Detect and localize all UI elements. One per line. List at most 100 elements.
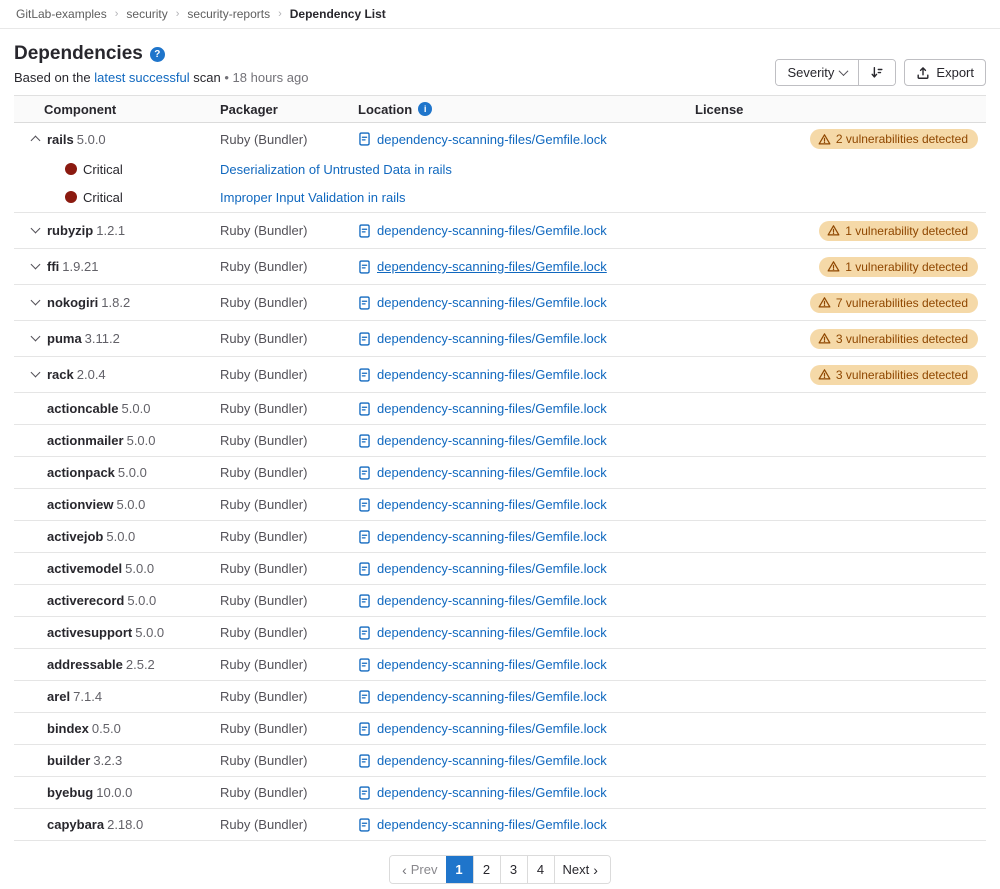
component-version: 5.0.0 — [127, 593, 156, 608]
vulnerability-list: Critical Deserialization of Untrusted Da… — [14, 155, 986, 212]
packager-cell: Ruby (Bundler) — [220, 785, 358, 800]
info-icon[interactable]: i — [418, 102, 432, 116]
license-cell: 1 vulnerability detected — [695, 221, 986, 241]
component-cell: activerecord 5.0.0 — [14, 593, 220, 608]
table-row-group: byebug 10.0.0 Ruby (Bundler) dependency-… — [14, 777, 986, 809]
pagination: ‹ Prev 1234 Next › — [0, 855, 1000, 884]
prev-page-button[interactable]: ‹ Prev — [390, 856, 445, 883]
table-row-group: activejob 5.0.0 Ruby (Bundler) dependenc… — [14, 521, 986, 553]
vulnerability-count-label: 1 vulnerability detected — [845, 260, 968, 274]
table-row: rails 5.0.0 Ruby (Bundler) dependency-sc… — [14, 123, 986, 155]
table-row-group: actionmailer 5.0.0 Ruby (Bundler) depend… — [14, 425, 986, 457]
location-link[interactable]: dependency-scanning-files/Gemfile.lock — [377, 625, 607, 640]
file-document-icon — [358, 562, 371, 576]
breadcrumb: GitLab-examples › security › security-re… — [0, 0, 1000, 29]
help-icon[interactable]: ? — [150, 47, 165, 62]
packager-cell: Ruby (Bundler) — [220, 657, 358, 672]
page-number-button[interactable]: 1 — [446, 856, 473, 883]
packager-cell: Ruby (Bundler) — [220, 331, 358, 346]
location-link[interactable]: dependency-scanning-files/Gemfile.lock — [377, 465, 607, 480]
chevron-toggle-icon[interactable] — [30, 297, 42, 309]
location-cell: dependency-scanning-files/Gemfile.lock — [358, 465, 695, 480]
breadcrumb-item-security-reports[interactable]: security-reports — [187, 7, 270, 21]
next-page-button[interactable]: Next › — [554, 856, 610, 883]
page-number-button[interactable]: 3 — [500, 856, 527, 883]
table-body: rails 5.0.0 Ruby (Bundler) dependency-sc… — [14, 123, 986, 841]
table-row-group: rails 5.0.0 Ruby (Bundler) dependency-sc… — [14, 123, 986, 213]
location-link[interactable]: dependency-scanning-files/Gemfile.lock — [377, 785, 607, 800]
table-row-group: rubyzip 1.2.1 Ruby (Bundler) dependency-… — [14, 213, 986, 249]
location-link[interactable]: dependency-scanning-files/Gemfile.lock — [377, 689, 607, 704]
chevron-toggle-icon[interactable] — [30, 369, 42, 381]
table-row-group: activemodel 5.0.0 Ruby (Bundler) depende… — [14, 553, 986, 585]
location-link[interactable]: dependency-scanning-files/Gemfile.lock — [377, 593, 607, 608]
location-link[interactable]: dependency-scanning-files/Gemfile.lock — [377, 331, 607, 346]
chevron-toggle-icon[interactable] — [30, 261, 42, 273]
table-row-group: puma 3.11.2 Ruby (Bundler) dependency-sc… — [14, 321, 986, 357]
packager-cell: Ruby (Bundler) — [220, 561, 358, 576]
table-row: actionview 5.0.0 Ruby (Bundler) dependen… — [14, 489, 986, 520]
table-row-group: addressable 2.5.2 Ruby (Bundler) depende… — [14, 649, 986, 681]
location-link[interactable]: dependency-scanning-files/Gemfile.lock — [377, 657, 607, 672]
component-cell: rails 5.0.0 — [14, 132, 220, 147]
column-header-packager: Packager — [220, 102, 358, 117]
table-row-group: ffi 1.9.21 Ruby (Bundler) dependency-sca… — [14, 249, 986, 285]
table-row: actionmailer 5.0.0 Ruby (Bundler) depend… — [14, 425, 986, 456]
location-link[interactable]: dependency-scanning-files/Gemfile.lock — [377, 132, 607, 147]
location-link[interactable]: dependency-scanning-files/Gemfile.lock — [377, 259, 607, 274]
component-name: capybara — [47, 817, 104, 832]
component-name: activejob — [47, 529, 103, 544]
chevron-toggle-icon[interactable] — [30, 333, 42, 345]
component-version: 1.9.21 — [62, 259, 98, 274]
location-cell: dependency-scanning-files/Gemfile.lock — [358, 817, 695, 832]
component-cell: addressable 2.5.2 — [14, 657, 220, 672]
vulnerability-count-label: 7 vulnerabilities detected — [836, 296, 968, 310]
location-cell: dependency-scanning-files/Gemfile.lock — [358, 689, 695, 704]
location-cell: dependency-scanning-files/Gemfile.lock — [358, 433, 695, 448]
page-number-list: 1234 — [446, 856, 554, 883]
sort-direction-button[interactable] — [858, 60, 895, 85]
location-link[interactable]: dependency-scanning-files/Gemfile.lock — [377, 817, 607, 832]
location-link[interactable]: dependency-scanning-files/Gemfile.lock — [377, 223, 607, 238]
warning-triangle-icon — [818, 133, 831, 146]
table-row-group: actionview 5.0.0 Ruby (Bundler) dependen… — [14, 489, 986, 521]
chevron-down-icon — [839, 66, 849, 76]
chevron-toggle-icon[interactable] — [30, 133, 42, 145]
packager-cell: Ruby (Bundler) — [220, 401, 358, 416]
chevron-toggle-icon[interactable] — [30, 225, 42, 237]
severity-dropdown-button[interactable]: Severity — [776, 60, 858, 85]
export-button[interactable]: Export — [904, 59, 986, 86]
file-document-icon — [358, 530, 371, 544]
location-link[interactable]: dependency-scanning-files/Gemfile.lock — [377, 367, 607, 382]
location-link[interactable]: dependency-scanning-files/Gemfile.lock — [377, 497, 607, 512]
location-link[interactable]: dependency-scanning-files/Gemfile.lock — [377, 401, 607, 416]
location-link[interactable]: dependency-scanning-files/Gemfile.lock — [377, 529, 607, 544]
breadcrumb-item-group[interactable]: GitLab-examples — [16, 7, 107, 21]
location-link[interactable]: dependency-scanning-files/Gemfile.lock — [377, 753, 607, 768]
component-version: 3.11.2 — [85, 331, 120, 346]
location-link[interactable]: dependency-scanning-files/Gemfile.lock — [377, 433, 607, 448]
location-cell: dependency-scanning-files/Gemfile.lock — [358, 625, 695, 640]
vulnerability-title-link[interactable]: Improper Input Validation in rails — [220, 190, 986, 205]
breadcrumb-item-security[interactable]: security — [126, 7, 167, 21]
component-version: 5.0.0 — [127, 433, 156, 448]
component-version: 0.5.0 — [92, 721, 121, 736]
file-document-icon — [358, 402, 371, 416]
location-link[interactable]: dependency-scanning-files/Gemfile.lock — [377, 561, 607, 576]
component-name: actioncable — [47, 401, 119, 416]
page-number-button[interactable]: 2 — [473, 856, 500, 883]
component-name: activemodel — [47, 561, 122, 576]
component-cell: activemodel 5.0.0 — [14, 561, 220, 576]
table-row: activesupport 5.0.0 Ruby (Bundler) depen… — [14, 617, 986, 648]
page-number-button[interactable]: 4 — [527, 856, 554, 883]
file-document-icon — [358, 498, 371, 512]
latest-successful-scan-link[interactable]: latest successful — [94, 70, 189, 85]
location-link[interactable]: dependency-scanning-files/Gemfile.lock — [377, 721, 607, 736]
location-link[interactable]: dependency-scanning-files/Gemfile.lock — [377, 295, 607, 310]
breadcrumb-current-page: Dependency List — [290, 7, 386, 21]
component-version: 10.0.0 — [96, 785, 132, 800]
file-document-icon — [358, 296, 371, 310]
vulnerability-title-link[interactable]: Deserialization of Untrusted Data in rai… — [220, 162, 986, 177]
warning-triangle-icon — [818, 296, 831, 309]
vulnerability-row: Critical Improper Input Validation in ra… — [14, 183, 986, 211]
